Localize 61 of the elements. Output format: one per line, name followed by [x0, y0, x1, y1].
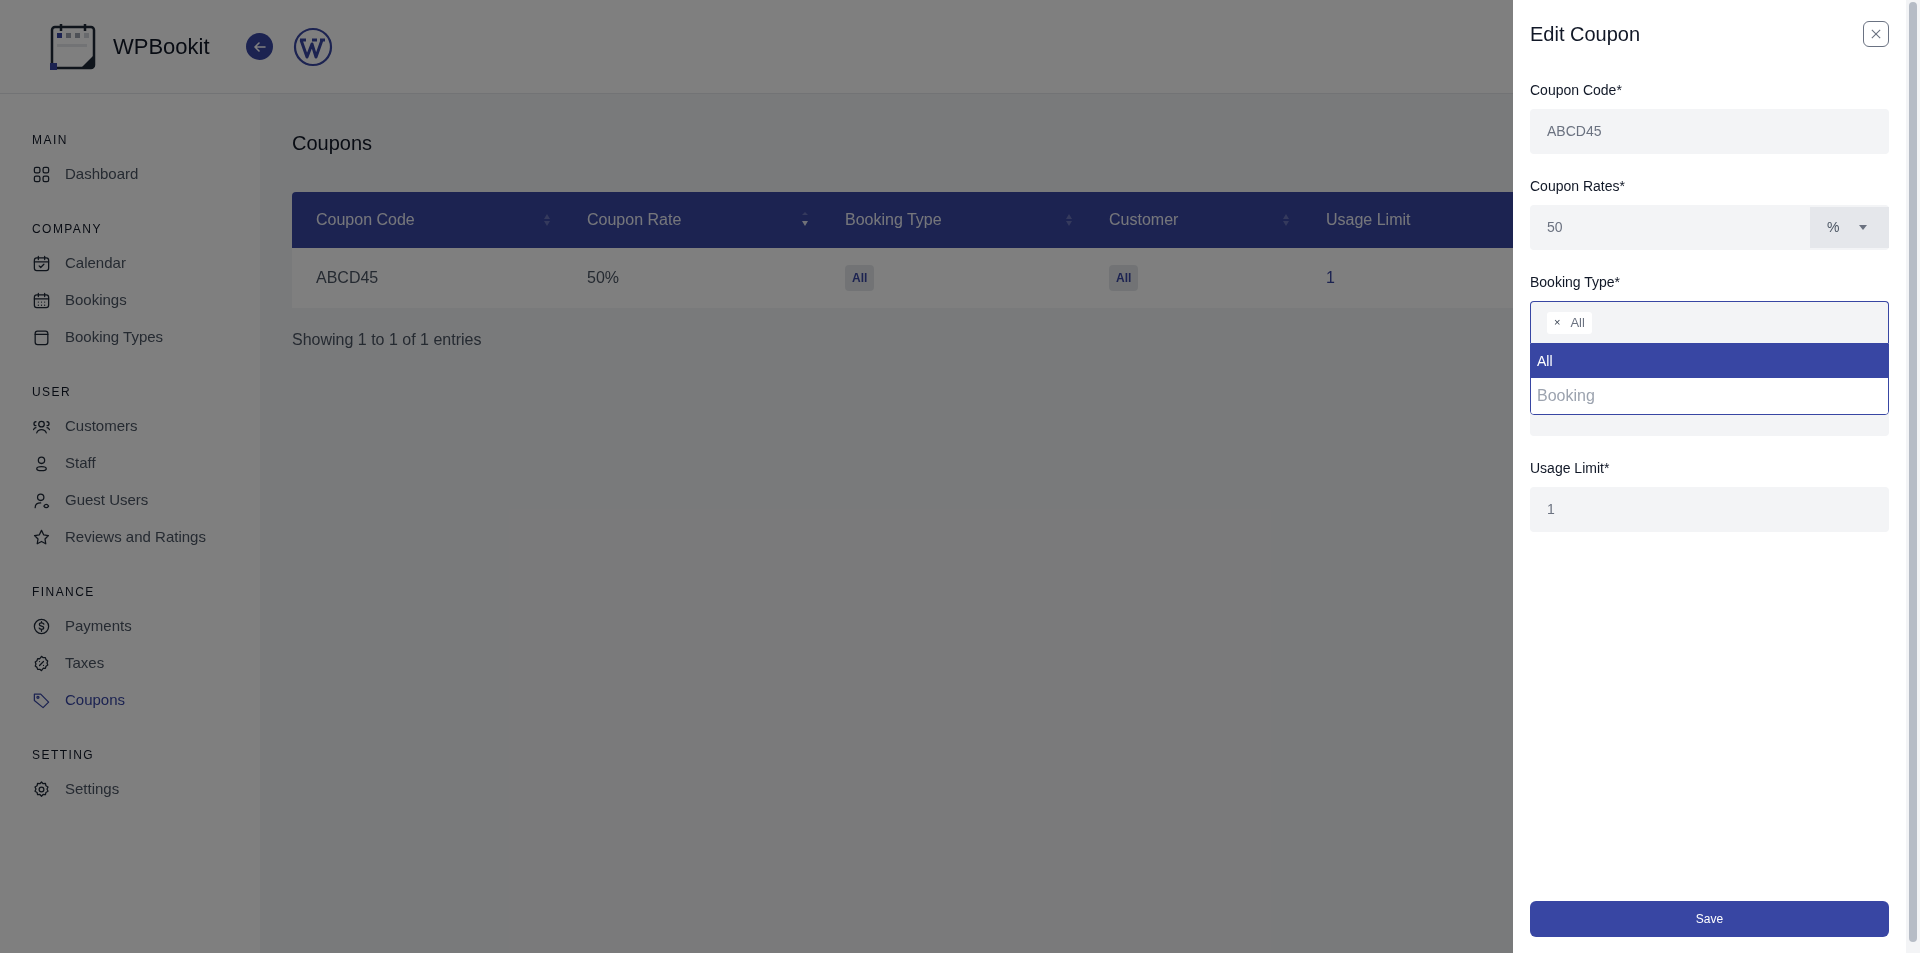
user-eye-icon — [32, 491, 51, 510]
field-label: Coupon Code* — [1530, 81, 1623, 97]
back-button[interactable] — [246, 33, 273, 60]
multi-select[interactable]: × All — [1530, 301, 1889, 343]
tag: All — [845, 265, 875, 291]
page-title: Coupons — [292, 131, 373, 152]
close-icon — [1871, 29, 1881, 39]
sidebar-item[interactable]: Staff — [32, 445, 228, 482]
section-heading: MAIN — [32, 132, 69, 149]
scrollbar[interactable] — [1906, 0, 1920, 953]
scrollbar-thumb[interactable] — [1909, 2, 1917, 942]
sidebar-item[interactable]: Coupons — [32, 682, 228, 719]
sidebar-item[interactable]: Dashboard — [32, 156, 228, 193]
section-heading: USER — [32, 384, 73, 401]
calendar-icon — [32, 291, 51, 310]
gear-icon — [32, 780, 51, 799]
calendar-check-icon — [32, 254, 51, 273]
app-name: WPBookit — [113, 33, 211, 61]
dollar-icon — [32, 617, 51, 636]
input-field[interactable]: ABCD45 — [1530, 109, 1889, 154]
column-header[interactable]: Coupon Code — [316, 208, 543, 232]
field-label: Usage Limit* — [1530, 459, 1611, 475]
tag-icon — [32, 691, 51, 710]
remove-icon[interactable]: × — [1554, 314, 1561, 331]
field-label: Coupon Rates* — [1530, 177, 1626, 193]
sidebar-item[interactable]: Bookings — [32, 282, 228, 319]
drawer-title: Edit Coupon — [1530, 22, 1641, 47]
entries-info: Showing 1 to 1 of 1 entries — [292, 330, 482, 350]
field-label: Booking Type* — [1530, 273, 1622, 289]
column-header[interactable]: Coupon Rate — [587, 208, 801, 232]
input-field[interactable]: 1 — [1530, 487, 1889, 532]
dropdown-option[interactable]: All — [1531, 344, 1888, 378]
sidebar-item[interactable]: Reviews and Ratings — [32, 519, 228, 556]
sidebar-item[interactable]: Booking Types — [32, 319, 228, 356]
percent-badge-icon — [32, 654, 51, 673]
calendar-logo-icon — [48, 21, 98, 72]
grid-icon — [32, 165, 51, 184]
caret-icon — [1859, 225, 1867, 230]
close-button[interactable] — [1863, 21, 1889, 47]
section-heading: SETTING — [32, 747, 96, 764]
star-icon — [32, 528, 51, 547]
table-cell: ABCD45 — [316, 269, 379, 286]
circle-logo-icon — [293, 26, 333, 67]
table-cell: 50% — [587, 269, 620, 286]
calendar-blank-icon — [32, 328, 51, 347]
section-heading: COMPANY — [32, 221, 103, 238]
section-heading: FINANCE — [32, 584, 96, 601]
sidebar-item[interactable]: Calendar — [32, 245, 228, 282]
column-header[interactable]: Booking Type — [845, 208, 1065, 232]
sidebar-item[interactable]: Customers — [32, 408, 228, 445]
sidebar-item[interactable]: Settings — [32, 771, 228, 808]
sidebar-item[interactable]: Taxes — [32, 645, 228, 682]
save-button[interactable]: Save — [1530, 901, 1889, 937]
selected-chip[interactable]: × All — [1547, 311, 1592, 334]
table-link[interactable]: 1 — [1326, 269, 1335, 286]
unit-select[interactable]: % — [1810, 207, 1889, 248]
sidebar-item[interactable]: Guest Users — [32, 482, 228, 519]
input-field[interactable]: 50 — [1530, 205, 1810, 250]
tag: All — [1109, 265, 1139, 291]
column-header[interactable]: Customer — [1109, 208, 1282, 232]
sidebar-item[interactable]: Payments — [32, 608, 228, 645]
